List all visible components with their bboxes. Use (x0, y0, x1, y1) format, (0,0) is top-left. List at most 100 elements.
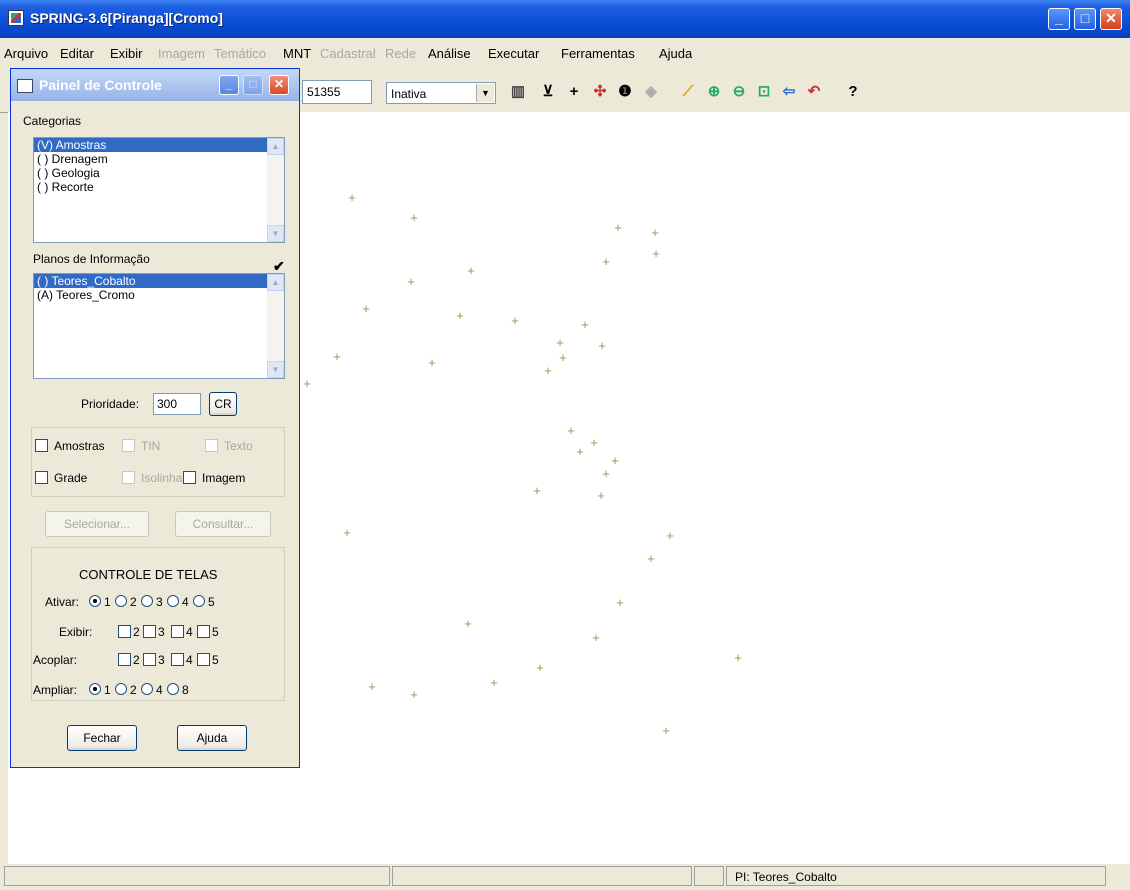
acoplar-checkbox-2[interactable] (118, 653, 131, 666)
acoplar-label-3: 3 (158, 653, 165, 667)
scroll-down-icon[interactable]: ▼ (267, 225, 284, 242)
sample-point: + (533, 483, 541, 498)
undo-icon[interactable]: ↶ (803, 81, 825, 103)
maximize-button[interactable]: □ (1074, 8, 1096, 30)
ampliar-radio-1[interactable] (89, 683, 101, 695)
texto-checkbox[interactable] (205, 439, 218, 452)
ativar-radio-3[interactable] (141, 595, 153, 607)
scroll-down-icon[interactable]: ▼ (267, 361, 284, 378)
ampliar-label-8: 8 (182, 683, 189, 697)
list-item[interactable]: ( ) Teores_Cobalto (34, 274, 284, 288)
zoom-area-icon[interactable]: ⊡ (753, 81, 775, 103)
list-item[interactable]: ( ) Recorte (34, 180, 284, 194)
acoplar-checkbox-5[interactable] (197, 653, 210, 666)
list-item[interactable]: (A) Teores_Cromo (34, 288, 284, 302)
plus-icon[interactable]: + (563, 81, 585, 103)
info-icon[interactable]: ❶ (614, 81, 636, 103)
ampliar-radio-4[interactable] (141, 683, 153, 695)
close-button[interactable]: ✕ (1100, 8, 1122, 30)
window-title: SPRING-3.6[Piranga][Cromo] (30, 10, 223, 26)
sample-point: + (611, 453, 619, 468)
window-title-bar[interactable]: SPRING-3.6[Piranga][Cromo] _ □ ✕ (0, 0, 1130, 38)
zoom-out-icon[interactable]: ⊖ (728, 81, 750, 103)
sample-point: + (602, 254, 610, 269)
menu-executar[interactable]: Executar (488, 46, 539, 61)
menu-ferramentas[interactable]: Ferramentas (561, 46, 635, 61)
consultar-button[interactable]: Consultar... (175, 511, 271, 537)
ativar-radio-4[interactable] (167, 595, 179, 607)
list-item[interactable]: ( ) Drenagem (34, 152, 284, 166)
amostras-checkbox[interactable] (35, 439, 48, 452)
panel-minimize-button[interactable]: _ (219, 75, 239, 95)
menu-ajuda[interactable]: Ajuda (659, 46, 692, 61)
acoplar-checkbox-3[interactable] (143, 653, 156, 666)
panel-maximize-button[interactable]: □ (243, 75, 263, 95)
ampliar-label-2: 2 (130, 683, 137, 697)
scroll-up-icon[interactable]: ▲ (267, 274, 284, 291)
exibir-checkbox-4[interactable] (171, 625, 184, 638)
acoplar-label-2: 2 (133, 653, 140, 667)
selecionar-button[interactable]: Selecionar... (45, 511, 149, 537)
mode-select[interactable]: Inativa ▼ (386, 82, 496, 104)
menu-imagem[interactable]: Imagem (158, 46, 205, 61)
sample-point: + (652, 246, 660, 261)
pan-icon[interactable]: ✣ (589, 81, 611, 103)
status-cell-1 (4, 866, 390, 886)
panel-close-button[interactable]: ✕ (269, 75, 289, 95)
pencil-icon[interactable]: ⟋ (677, 81, 699, 103)
isolinhas-checkbox[interactable] (122, 471, 135, 484)
control-panel-title: Painel de Controle (39, 77, 162, 93)
categorias-scrollbar[interactable]: ▲ ▼ (267, 138, 284, 242)
acoplar-checkbox-4[interactable] (171, 653, 184, 666)
controle-telas-title: CONTROLE DE TELAS (79, 567, 218, 582)
zoom-in-icon[interactable]: ⊕ (703, 81, 725, 103)
cr-button[interactable]: CR (209, 392, 237, 416)
sample-point: + (410, 210, 418, 225)
sample-point: + (362, 301, 370, 316)
menu-arquivo[interactable]: Arquivo (4, 46, 48, 61)
help-icon[interactable]: ? (842, 81, 864, 103)
grade-checkbox[interactable] (35, 471, 48, 484)
imagem-checkbox[interactable] (183, 471, 196, 484)
menu-mnt[interactable]: MNT (283, 46, 311, 61)
panel-window-icon (17, 79, 33, 93)
ativar-radio-2[interactable] (115, 595, 127, 607)
ampliar-radio-2[interactable] (115, 683, 127, 695)
scroll-up-icon[interactable]: ▲ (267, 138, 284, 155)
tin-checkbox[interactable] (122, 439, 135, 452)
chevron-down-icon[interactable]: ▼ (476, 84, 494, 102)
menu-analise[interactable]: Análise (428, 46, 471, 61)
disabled-tool-icon[interactable]: ◈ (640, 81, 662, 103)
exibir-checkbox-5[interactable] (197, 625, 210, 638)
ativar-radio-5[interactable] (193, 595, 205, 607)
menu-exibir[interactable]: Exibir (110, 46, 143, 61)
list-item[interactable]: (V) Amostras (34, 138, 284, 152)
minimize-button[interactable]: _ (1048, 8, 1070, 30)
ativar-label-1: 1 (104, 595, 111, 609)
control-panel-title-bar[interactable]: Painel de Controle _ □ ✕ (11, 69, 299, 101)
isolinhas-check-label: Isolinhas (141, 471, 189, 485)
ampliar-radio-8[interactable] (167, 683, 179, 695)
exibir-checkbox-2[interactable] (118, 625, 131, 638)
menu-editar[interactable]: Editar (60, 46, 94, 61)
list-item[interactable]: ( ) Geologia (34, 166, 284, 180)
cursor-area-icon[interactable]: ⊻ (537, 81, 559, 103)
ativar-label: Ativar: (45, 595, 80, 609)
exibir-checkbox-3[interactable] (143, 625, 156, 638)
sample-point: + (616, 595, 624, 610)
menu-cadastral[interactable]: Cadastral (320, 46, 376, 61)
fechar-button[interactable]: Fechar (67, 725, 137, 751)
ajuda-button[interactable]: Ajuda (177, 725, 247, 751)
sample-point: + (536, 660, 544, 675)
coordinate-field[interactable]: 51355 (302, 80, 372, 104)
menu-tematico[interactable]: Temático (214, 46, 266, 61)
menu-rede[interactable]: Rede (385, 46, 416, 61)
ativar-radio-1[interactable] (89, 595, 101, 607)
categorias-list[interactable]: (V) Amostras ( ) Drenagem ( ) Geologia (… (33, 137, 285, 243)
sample-point: + (647, 551, 655, 566)
planos-scrollbar[interactable]: ▲ ▼ (267, 274, 284, 378)
back-arrow-icon[interactable]: ⇦ (778, 81, 800, 103)
prioridade-input[interactable]: 300 (153, 393, 201, 415)
histogram-icon[interactable]: ▥ (507, 81, 529, 103)
planos-list[interactable]: ( ) Teores_Cobalto (A) Teores_Cromo ▲ ▼ (33, 273, 285, 379)
